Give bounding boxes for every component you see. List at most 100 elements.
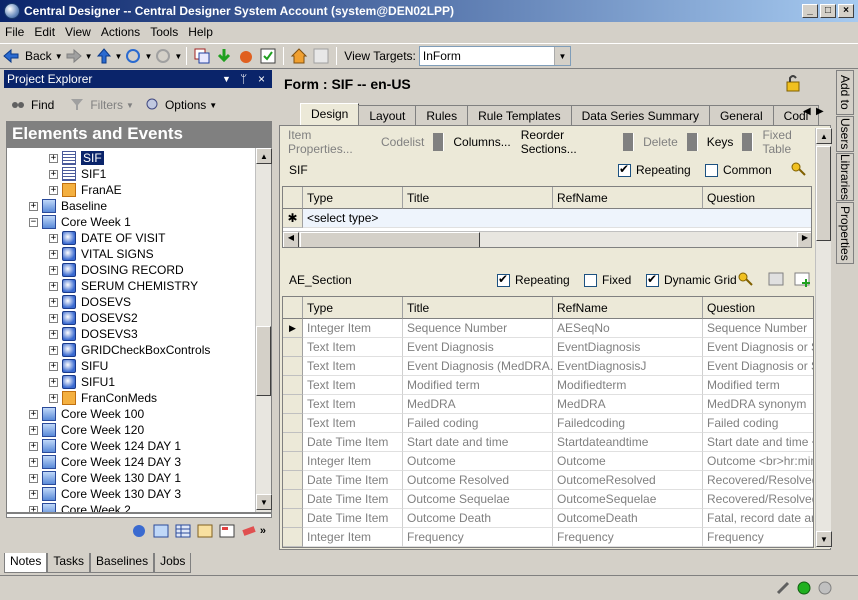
options-button[interactable]: Options [165, 98, 206, 112]
row-header[interactable] [283, 414, 303, 433]
question-cell[interactable]: Recovered/Resolved [703, 490, 813, 509]
tree-item[interactable]: + Baseline [29, 198, 107, 214]
tab-layout[interactable]: Layout [358, 105, 417, 125]
expand-icon[interactable]: + [49, 185, 58, 195]
question-cell[interactable]: Failed coding [703, 414, 813, 433]
expand-icon[interactable]: + [49, 329, 58, 339]
tree-item[interactable]: + DOSING RECORD [49, 262, 184, 278]
repeating-checkbox[interactable] [497, 272, 510, 287]
tree-item[interactable]: + Core Week 124 DAY 1 [29, 438, 181, 454]
title-cell[interactable]: Outcome Sequelae [403, 490, 553, 509]
sif-grid-hscroll[interactable]: ◀ ▶ [283, 231, 811, 247]
refname-cell[interactable]: OutcomeSequelae [553, 490, 703, 509]
refname-cell[interactable]: Modifiedterm [553, 376, 703, 395]
list-icon[interactable] [218, 522, 236, 540]
tree-item[interactable]: + DATE OF VISIT [49, 230, 165, 246]
question-cell[interactable]: Recovered/Resolved, [703, 471, 813, 490]
type-cell[interactable]: Integer Item [303, 528, 403, 547]
chevron-down-icon[interactable]: ▼ [553, 47, 570, 65]
add-grid-icon[interactable] [794, 271, 812, 290]
refname-cell[interactable]: EventDiagnosisJ [553, 357, 703, 376]
minimize-button[interactable]: _ [802, 4, 818, 18]
type-cell[interactable]: Integer Item [303, 452, 403, 471]
maximize-button[interactable]: □ [820, 4, 836, 18]
type-cell[interactable]: Date Time Item [303, 471, 403, 490]
column-header-title[interactable]: Title [403, 297, 553, 319]
refname-cell[interactable]: Outcome [553, 452, 703, 471]
tab-data-series-summary[interactable]: Data Series Summary [570, 105, 710, 125]
tree-item[interactable]: + Core Week 130 DAY 3 [29, 486, 181, 502]
tree-item[interactable]: + FranAE [49, 182, 122, 198]
menu-edit[interactable]: Edit [29, 25, 60, 39]
row-header[interactable] [283, 433, 303, 452]
column-header-question[interactable]: Question [703, 187, 811, 209]
tree-item[interactable]: + Core Week 100 [29, 406, 144, 422]
tab-coding[interactable]: Codi [772, 105, 820, 125]
title-cell[interactable]: Outcome Death [403, 509, 553, 528]
expand-icon[interactable]: + [29, 473, 38, 483]
question-cell[interactable]: Outcome <br>hr:min [703, 452, 813, 471]
scroll-up-icon[interactable]: ▲ [816, 128, 832, 144]
view-targets-select[interactable]: InForm ▼ [418, 46, 571, 66]
table-icon[interactable] [196, 522, 214, 540]
type-cell[interactable]: Text Item [303, 376, 403, 395]
row-header[interactable] [283, 528, 303, 547]
scroll-up-icon[interactable]: ▲ [256, 148, 272, 164]
unlock-icon[interactable] [785, 74, 801, 95]
back-arrow-icon[interactable] [2, 47, 20, 65]
row-header[interactable] [283, 395, 303, 414]
refname-cell[interactable]: AESeqNo [553, 319, 703, 338]
grid-icon[interactable] [152, 522, 170, 540]
tree-scrollbar[interactable]: ▲ ▼ [255, 148, 272, 512]
refname-cell[interactable]: OutcomeResolved [553, 471, 703, 490]
expand-icon[interactable]: + [29, 201, 38, 211]
tree-item[interactable]: + SIF [49, 150, 104, 166]
title-cell[interactable]: Modified term [403, 376, 553, 395]
expand-icon[interactable]: + [49, 313, 58, 323]
collapse-icon[interactable]: − [29, 217, 38, 227]
expand-icon[interactable]: + [49, 393, 58, 403]
type-cell[interactable]: Text Item [303, 357, 403, 376]
tab-design[interactable]: Design [300, 103, 360, 125]
grid-view-icon[interactable] [768, 271, 784, 290]
scroll-thumb[interactable] [816, 146, 831, 241]
tab-rule-templates[interactable]: Rule Templates [467, 105, 572, 125]
tab-tasks[interactable]: Tasks [47, 553, 91, 573]
scroll-right-icon[interactable]: ▶ [797, 232, 811, 247]
column-header-refname[interactable]: RefName [553, 187, 703, 209]
title-cell[interactable]: Outcome [403, 452, 553, 471]
form-scrollbar[interactable]: ▲ ▼ [815, 128, 832, 548]
tree-item[interactable]: + SIFU1 [49, 374, 115, 390]
tree-item[interactable]: + Core Week 124 DAY 3 [29, 454, 181, 470]
expand-icon[interactable]: + [49, 345, 58, 355]
find-icon[interactable] [10, 96, 26, 114]
eraser-icon[interactable] [240, 522, 258, 540]
expand-icon[interactable]: + [49, 169, 58, 179]
tree-item[interactable]: + Core Week 130 DAY 1 [29, 470, 181, 486]
tab-general[interactable]: General [708, 105, 774, 125]
checklist-icon[interactable] [259, 47, 277, 65]
dropdown-arrow-icon[interactable]: ▼ [222, 74, 231, 84]
expand-icon[interactable]: + [49, 361, 58, 371]
windows-icon[interactable] [193, 47, 211, 65]
expand-icon[interactable]: + [49, 153, 58, 163]
question-cell[interactable]: Frequency [703, 528, 813, 547]
question-cell[interactable]: Sequence Number [703, 319, 813, 338]
type-cell[interactable]: Text Item [303, 338, 403, 357]
expand-icon[interactable]: + [29, 425, 38, 435]
tab-scroll-right-icon[interactable]: ▶ [816, 106, 824, 117]
refname-cell[interactable]: Frequency [553, 528, 703, 547]
type-cell[interactable]: Text Item [303, 414, 403, 433]
pin-icon[interactable]: ᛘ [240, 72, 247, 86]
delete-button[interactable]: Delete [638, 135, 683, 149]
scroll-left-icon[interactable]: ◀ [283, 232, 299, 247]
type-cell[interactable]: Text Item [303, 395, 403, 414]
filter-icon[interactable] [69, 96, 85, 114]
tab-jobs[interactable]: Jobs [154, 553, 192, 573]
keys-button[interactable]: Keys [702, 135, 739, 149]
expand-icon[interactable]: + [29, 489, 38, 499]
type-cell[interactable]: Date Time Item [303, 433, 403, 452]
column-header-type[interactable]: Type [303, 187, 403, 209]
title-cell[interactable]: Event Diagnosis [403, 338, 553, 357]
question-cell[interactable]: Event Diagnosis or S [703, 357, 813, 376]
